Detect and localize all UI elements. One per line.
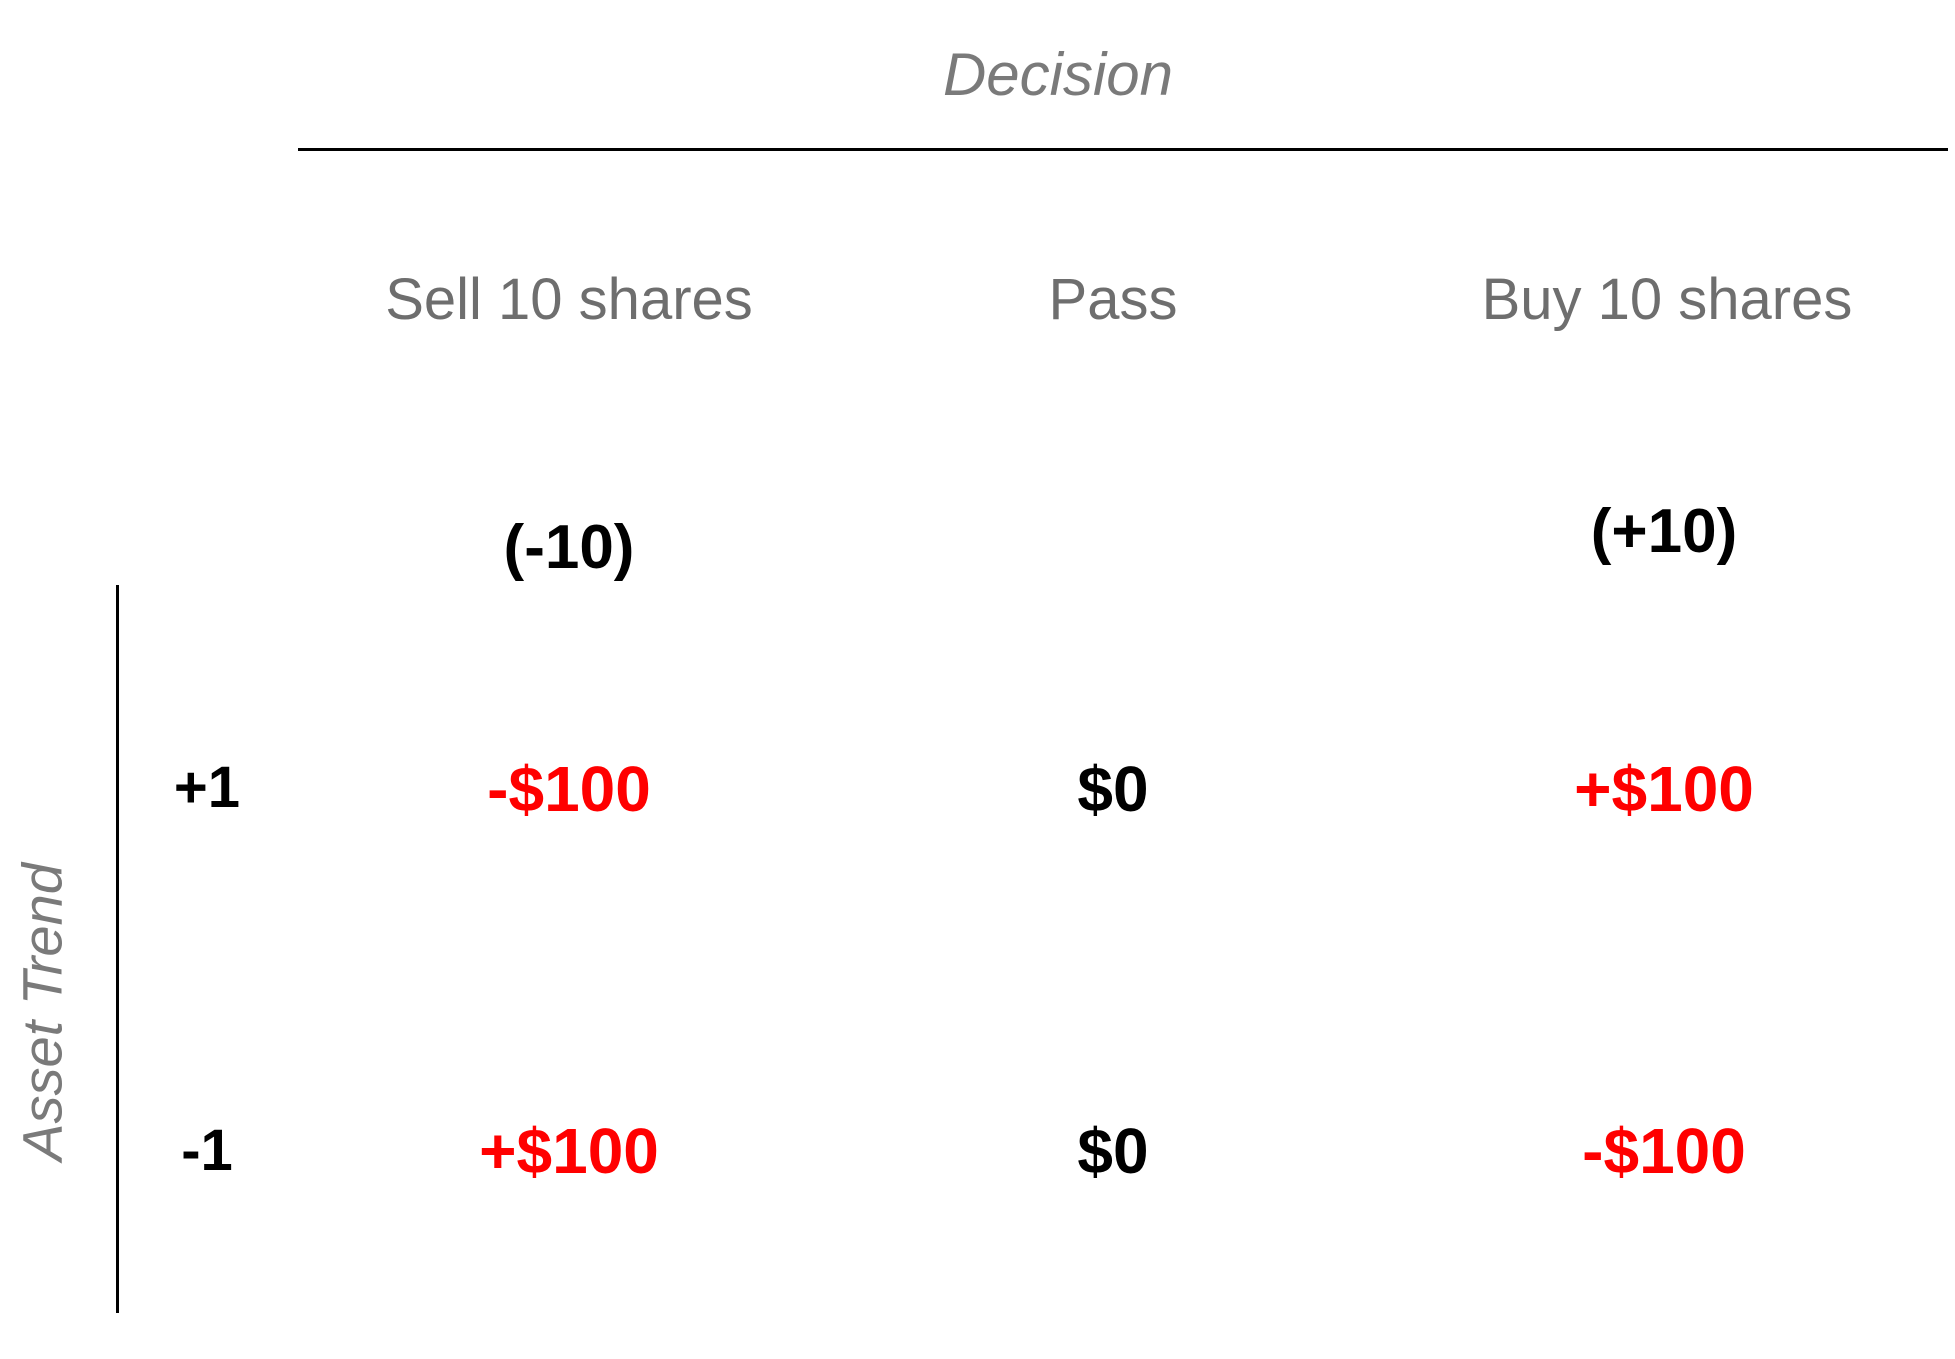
trend-axis-title: Asset Trend bbox=[10, 863, 74, 1161]
payoff-cell: -$100 bbox=[1582, 1115, 1746, 1187]
payoff-cell: -$100 bbox=[487, 753, 651, 825]
decision-label-pass: Pass bbox=[1048, 267, 1178, 332]
decision-label-sell: Sell 10 shares bbox=[385, 267, 753, 332]
decision-axis-title: Decision bbox=[942, 41, 1174, 108]
trend-axis-line bbox=[116, 585, 119, 1313]
trend-label-up: +1 bbox=[173, 755, 241, 820]
decision-axis-line bbox=[298, 148, 1948, 151]
payoff-cell: +$100 bbox=[479, 1115, 659, 1187]
payoff-cell: $0 bbox=[1077, 1115, 1149, 1187]
trend-label-down: -1 bbox=[181, 1118, 233, 1183]
decision-label-buy: Buy 10 shares bbox=[1481, 267, 1853, 332]
position-label-buy: (+10) bbox=[1590, 497, 1738, 566]
payoff-cell: +$100 bbox=[1574, 753, 1754, 825]
position-label-sell: (-10) bbox=[503, 513, 635, 582]
payoff-cell: $0 bbox=[1077, 753, 1149, 825]
